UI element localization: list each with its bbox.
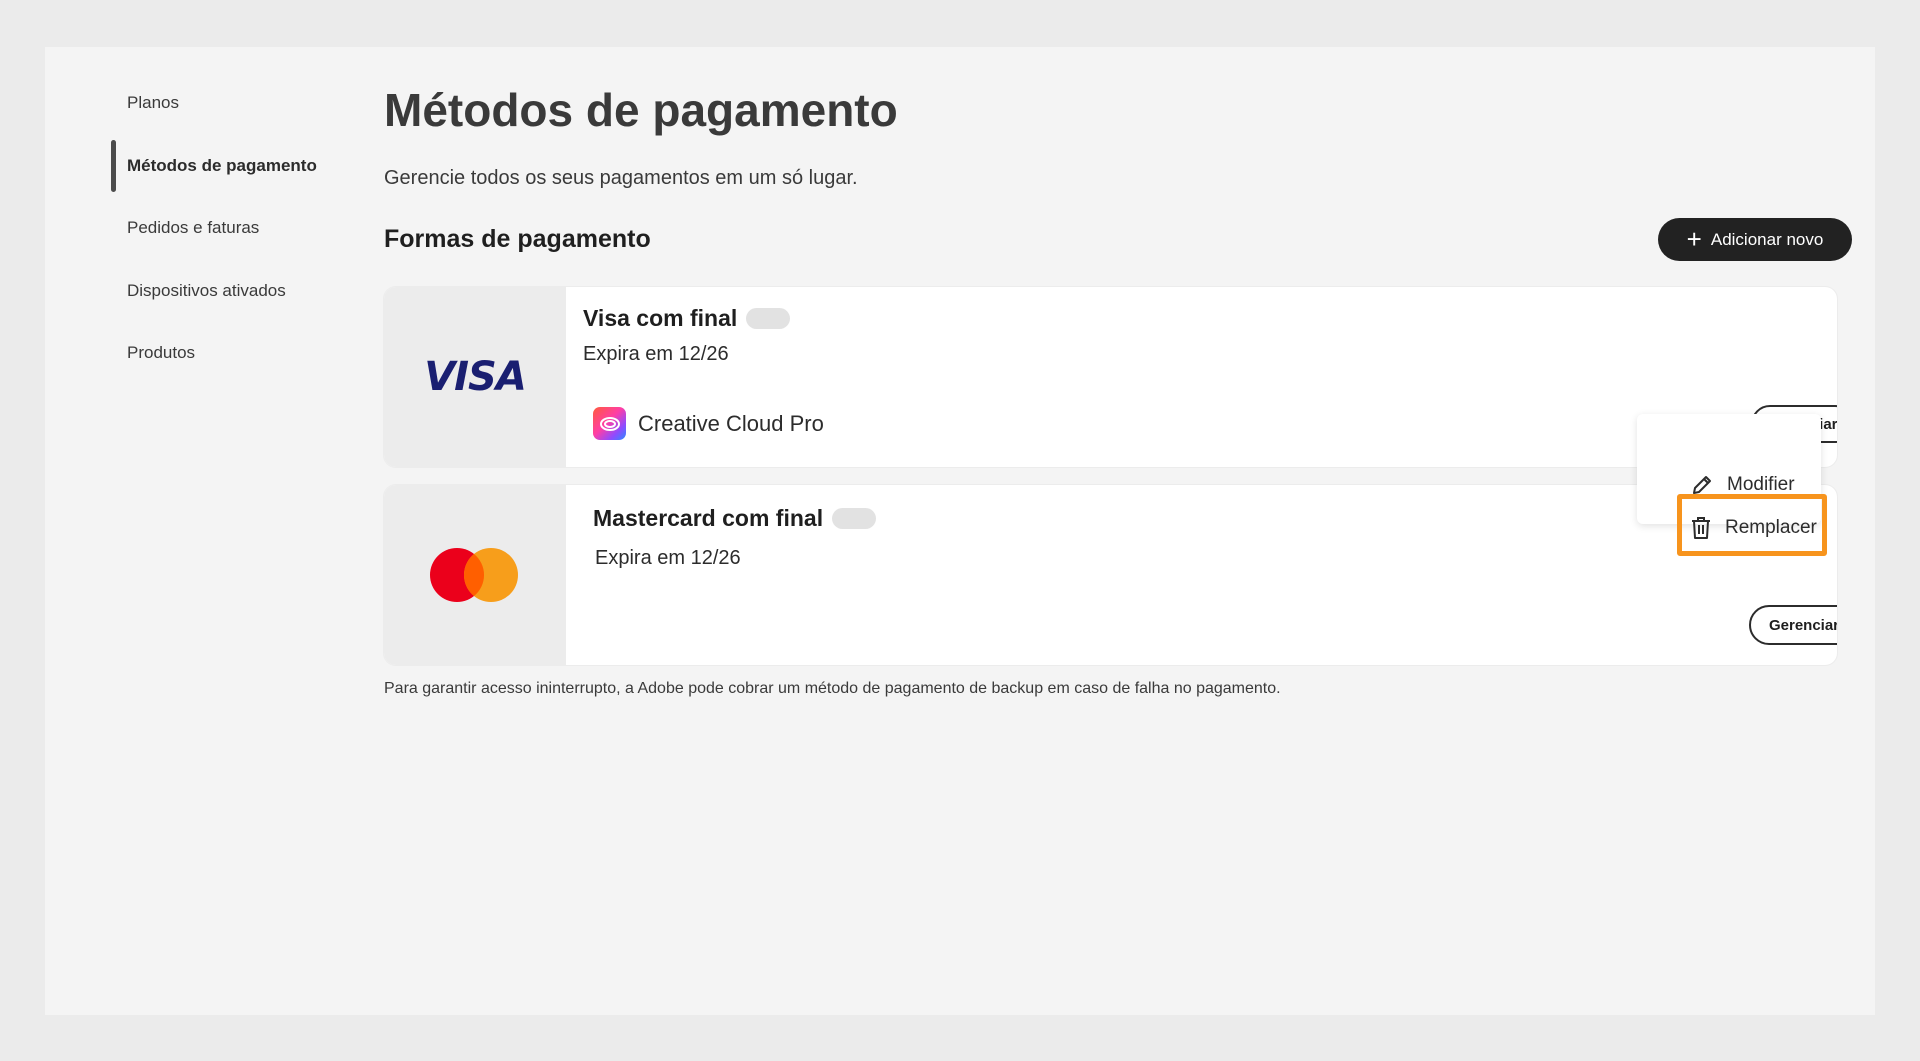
card-expiry: Expira em 12/26 [595, 547, 741, 569]
mastercard-logo [430, 548, 518, 602]
menu-item-label: Modifier [1727, 474, 1795, 495]
sidebar-item-dispositivos-ativados[interactable]: Dispositivos ativados [127, 281, 286, 301]
creative-cloud-icon [593, 407, 626, 440]
add-new-label: Adicionar novo [1710, 229, 1824, 249]
content-panel: Planos Métodos de pagamento Pedidos e fa… [45, 47, 1875, 1015]
visa-logo-area: VISA [384, 287, 566, 467]
page-title: Métodos de pagamento [384, 84, 898, 136]
sidebar-active-indicator [111, 140, 116, 192]
card-expiry: Expira em 12/26 [583, 343, 729, 365]
section-title: Formas de pagamento [384, 225, 651, 253]
trash-icon [1692, 517, 1710, 539]
sidebar-item-planos[interactable]: Planos [127, 93, 179, 113]
plus-icon: + [1686, 223, 1702, 254]
pencil-icon [1693, 476, 1711, 494]
menu-item-modifier[interactable]: Modifier [1679, 465, 1839, 505]
page-subtitle: Gerencie todos os seus pagamentos em um … [384, 167, 858, 189]
manage-button[interactable]: Gerenciar [1749, 605, 1837, 645]
visa-logo: VISA [424, 354, 527, 400]
mastercard-logo-area [384, 485, 566, 665]
payment-card-mastercard: Mastercard com final Expira em 12/26 Ger… [384, 485, 1837, 665]
sidebar-item-produtos[interactable]: Produtos [127, 343, 195, 363]
sidebar-item-pedidos-e-faturas[interactable]: Pedidos e faturas [127, 218, 259, 238]
menu-item-label: Remplacer [1725, 517, 1817, 538]
card-name: Mastercard com final [593, 505, 877, 532]
backup-payment-note: Para garantir acesso ininterrupto, a Ado… [384, 680, 1281, 697]
card-name: Visa com final [583, 305, 791, 332]
masked-card-number [832, 508, 877, 529]
card-name-label: Mastercard com final [593, 505, 824, 531]
masked-card-number [746, 308, 791, 329]
linked-product: Creative Cloud Pro [593, 407, 824, 440]
add-new-button[interactable]: + Adicionar novo [1658, 218, 1852, 261]
menu-item-remplacer[interactable]: Remplacer [1679, 508, 1839, 548]
card-name-label: Visa com final [583, 305, 738, 331]
product-name: Creative Cloud Pro [638, 410, 824, 436]
sidebar-item-metodos-de-pagamento[interactable]: Métodos de pagamento [127, 156, 317, 176]
payment-card-visa: VISA Visa com final Expira em 12/26 Crea… [384, 287, 1837, 467]
